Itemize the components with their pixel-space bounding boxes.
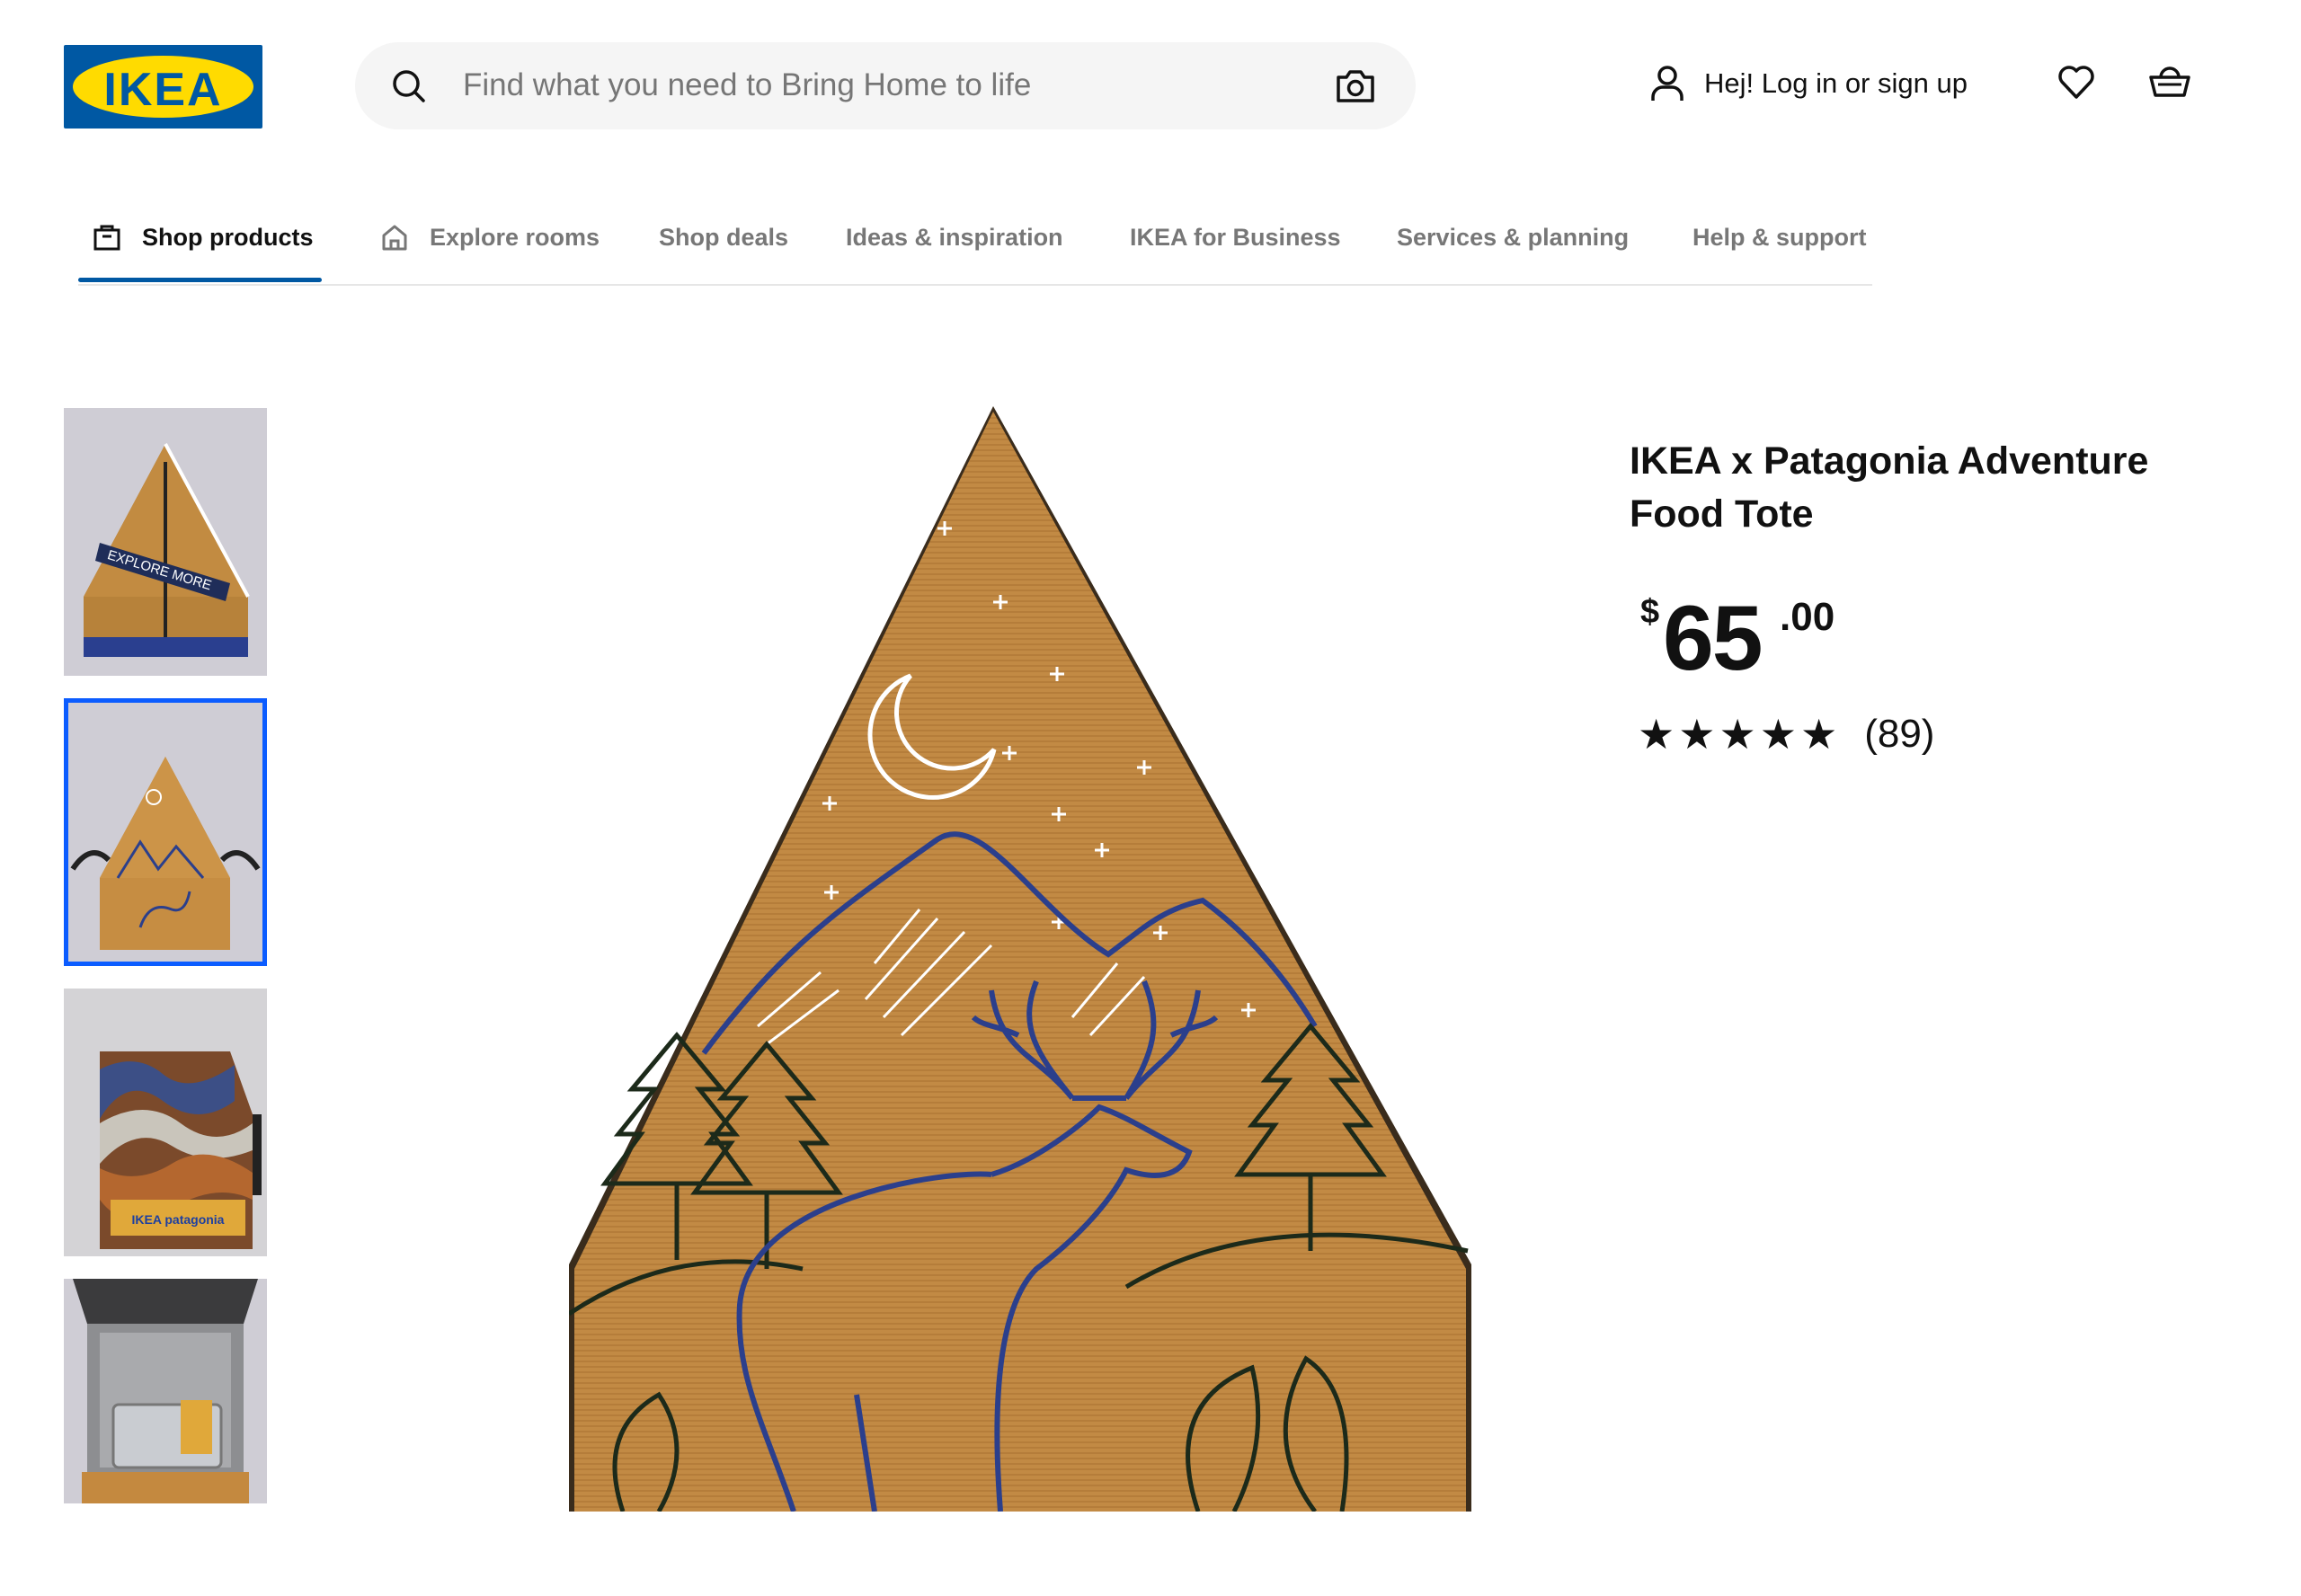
- logo-text: IKEA: [103, 64, 223, 116]
- nav-services-planning[interactable]: Services & planning: [1397, 219, 1629, 255]
- nav-label: Services & planning: [1397, 223, 1630, 251]
- tote-deer-image: [64, 698, 267, 966]
- price-decimal: .00: [1780, 595, 1835, 639]
- thumb-label-text: IKEA patagonia: [132, 1212, 225, 1227]
- camera-icon[interactable]: [1333, 64, 1378, 109]
- user-icon: [1651, 66, 1684, 101]
- nav-help-support[interactable]: Help & support: [1692, 219, 1867, 255]
- nav-label: Ideas & inspiration: [846, 223, 1063, 251]
- rating-count[interactable]: (89): [1864, 712, 1934, 757]
- home-icon: [382, 225, 407, 251]
- active-tab-indicator: [78, 278, 322, 282]
- shopping-bag-icon: [93, 225, 120, 251]
- tote-interior-image: [64, 1279, 267, 1503]
- nav-label: IKEA for Business: [1130, 223, 1341, 251]
- nav-ikea-for-business[interactable]: IKEA for Business: [1130, 219, 1341, 255]
- search-placeholder[interactable]: Find what you need to Bring Home to life: [463, 67, 1031, 103]
- main-product-image: [569, 406, 1471, 1512]
- nav-label: Explore rooms: [430, 223, 600, 251]
- login-label[interactable]: Hej! Log in or sign up: [1704, 67, 1968, 100]
- price-currency: $: [1640, 593, 1660, 631]
- thumbnail-3[interactable]: IKEA patagonia: [64, 989, 267, 1256]
- price-integer: 65: [1663, 587, 1763, 689]
- main-nav: Shop products Explore rooms Shop deals I…: [78, 198, 1872, 286]
- tote-front-image: EXPLORE MORE: [64, 408, 267, 676]
- nav-shop-products[interactable]: Shop products: [92, 219, 314, 255]
- ikea-logo[interactable]: IKEA: [64, 45, 262, 129]
- tote-camo-image: IKEA patagonia: [64, 989, 267, 1256]
- nav-label: Shop products: [142, 223, 314, 251]
- search-icon[interactable]: [389, 66, 429, 106]
- product-rating[interactable]: ★★★★★ (89): [1638, 710, 1934, 758]
- product-title: IKEA x Patagonia Adventure Food Tote: [1630, 439, 2149, 536]
- thumbnail-1[interactable]: EXPLORE MORE: [64, 408, 267, 676]
- nav-explore-rooms[interactable]: Explore rooms: [379, 219, 600, 255]
- search-bar[interactable]: Find what you need to Bring Home to life: [355, 42, 1416, 129]
- nav-label: Shop deals: [659, 223, 789, 251]
- shopping-bag-icon[interactable]: [2147, 59, 2192, 104]
- nav-label: Help & support: [1692, 223, 1867, 251]
- nav-ideas-inspiration[interactable]: Ideas & inspiration: [846, 219, 1063, 255]
- rating-stars: ★★★★★: [1638, 711, 1842, 758]
- heart-icon[interactable]: [2056, 61, 2097, 102]
- login-link[interactable]: Hej! Log in or sign up: [1647, 61, 1968, 106]
- thumbnail-2[interactable]: [64, 698, 267, 966]
- thumbnail-4[interactable]: [64, 1279, 267, 1503]
- nav-shop-deals[interactable]: Shop deals: [659, 219, 788, 255]
